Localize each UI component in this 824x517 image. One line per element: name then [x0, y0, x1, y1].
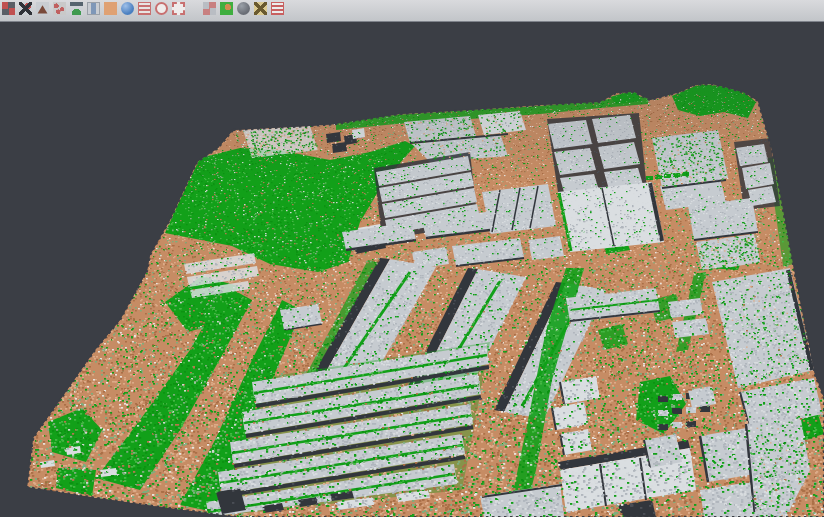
- viewport-3d[interactable]: [0, 23, 824, 517]
- dem-icon[interactable]: [70, 2, 83, 15]
- points-icon[interactable]: [53, 2, 66, 15]
- flag-icon[interactable]: [271, 2, 284, 15]
- extent-icon[interactable]: [172, 2, 185, 15]
- target-icon[interactable]: [155, 2, 168, 15]
- ortho-icon[interactable]: [104, 2, 117, 15]
- cut-icon[interactable]: [19, 2, 32, 15]
- clip-icon[interactable]: [254, 2, 267, 15]
- globe-icon[interactable]: [121, 2, 134, 15]
- profile-icon[interactable]: [138, 2, 151, 15]
- raster-icon[interactable]: [203, 2, 216, 15]
- mesh-icon[interactable]: [237, 2, 250, 15]
- toolbar: [0, 0, 824, 22]
- column-icon[interactable]: [87, 2, 100, 15]
- terrain-icon[interactable]: [36, 2, 49, 15]
- mountain-glyph: [36, 2, 49, 15]
- classification-icon[interactable]: [220, 2, 233, 15]
- open-file-icon[interactable]: [2, 2, 15, 15]
- point-cloud-scene[interactable]: [0, 23, 824, 517]
